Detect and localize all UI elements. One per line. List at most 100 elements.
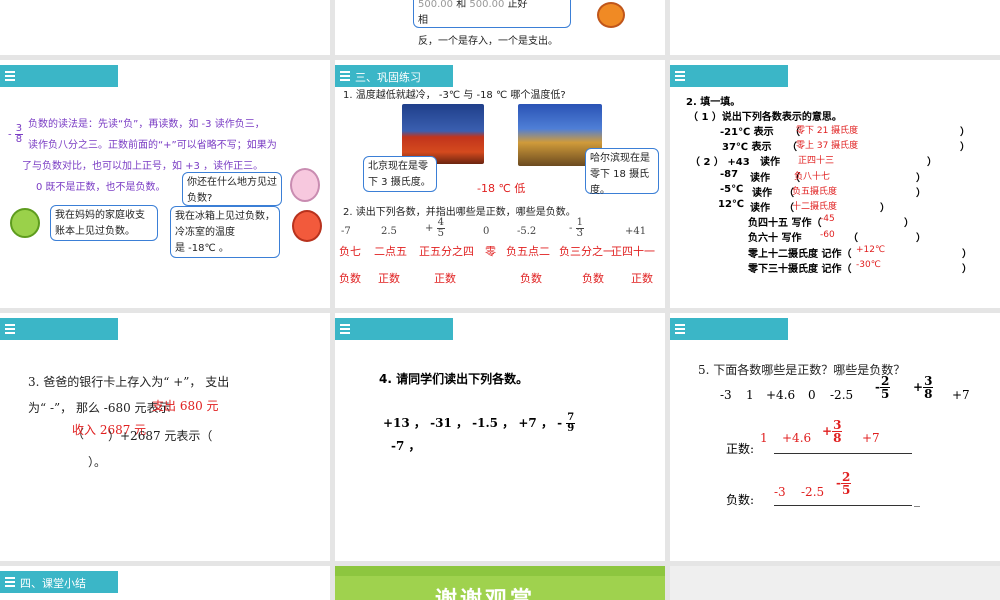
fraction-number: +3 8: [913, 374, 934, 401]
positive-fraction-answer: +3 8: [822, 418, 843, 445]
slide-3: [670, 0, 1000, 55]
menu-icon: [340, 324, 350, 334]
bubble-line: 我在冰箱上见过负数，: [175, 211, 275, 222]
text: 和: [456, 0, 467, 10]
reading-answer: 二点五: [374, 245, 407, 258]
reading-answer: 正四十一: [611, 245, 655, 258]
fill-answer: 负五摄氏度: [792, 187, 838, 197]
number-item: -3: [720, 388, 732, 402]
fill-answer: 负八十七: [794, 172, 831, 182]
menu-icon: [5, 71, 15, 81]
row-label: -5℃: [720, 184, 744, 195]
negative-answer: -3: [774, 485, 786, 499]
answer-text: 支出 680 元: [152, 399, 219, 413]
answer-line: [774, 453, 912, 454]
number-list: +13 ， -31 ， -1.5 ， +7 ， - 79: [383, 413, 576, 434]
fill-answer: 零上 37 摄氏度: [796, 141, 859, 151]
row-label: 零下三十摄氏度 记作（: [748, 264, 852, 275]
reading-answer: 正五分之四: [419, 245, 474, 258]
paren: ）: [880, 203, 890, 214]
girl-red-avatar-icon: [292, 210, 322, 242]
reading-answer: 负三分之一: [559, 245, 614, 258]
slide-11: 谢谢观赏: [335, 566, 665, 600]
question-2: 2. 读出下列各数，并指出哪些是正数，哪些是负数。: [343, 207, 576, 218]
question-line: 为“ -”， 那么 -680 元表示: [28, 401, 171, 415]
bubble-line: 是 -18℃ 。: [175, 243, 229, 254]
number-list: -7 ，: [391, 439, 421, 453]
slide-header: [670, 318, 788, 340]
denominator: 5: [437, 228, 444, 239]
number-item: -5.2: [517, 226, 537, 237]
answer-line: [774, 505, 912, 506]
paragraph-line: 0 既不是正数，也不是负数。: [36, 182, 166, 193]
fill-answer: +12℃: [856, 245, 886, 255]
paragraph-line: 负数的读法是：先读“负”，再读数，如 -3 读作负三，: [28, 119, 265, 130]
row-label: 零上十二摄氏度 记作（: [748, 249, 852, 260]
slide-header: [670, 65, 788, 87]
exercise-title: 4. 请同学们读出下列各数。: [379, 372, 529, 386]
answer-text: -18 ℃ 低: [477, 182, 526, 195]
slide-text: 反，一个是存入，一个是支出。: [418, 36, 558, 47]
positive-answer: 1: [760, 431, 768, 445]
bubble-line: 冷冻室的温度: [175, 227, 235, 238]
slide-header: [335, 318, 453, 340]
underscore: _: [914, 493, 920, 507]
row-read: 读作: [760, 157, 780, 168]
question-line: ）。: [88, 455, 107, 469]
question-line: ）+2687 元表示（: [108, 429, 213, 443]
row-label: 负六十 写作: [748, 233, 802, 244]
slide-header: 四、课堂小结: [0, 571, 118, 593]
paren: ）: [962, 264, 972, 275]
speech-bubble: 我在妈妈的家庭收支账本上见过负数。: [50, 205, 158, 241]
speech-bubble: 500.00 和 500.00 正好 相: [413, 0, 571, 28]
row-label: 负四十五 写作（: [748, 218, 822, 229]
slide-9: 5. 下面各数哪些是正数？哪些是负数？ -3 1 +4.6 0 -2.5 -25…: [670, 313, 1000, 561]
amount-text: 500.00: [418, 0, 453, 10]
paren: ）: [962, 249, 972, 260]
kind-answer: 正数: [631, 272, 653, 285]
fill-answer: 零下 21 摄氏度: [796, 126, 859, 136]
row-label: -87: [720, 169, 739, 180]
positive-label: 正数:: [726, 442, 755, 456]
menu-icon: [675, 324, 685, 334]
fill-answer: 正四十三: [798, 156, 835, 166]
number-item: +4.6: [766, 388, 796, 402]
beijing-photo: [402, 104, 484, 164]
denominator: 5: [880, 387, 890, 401]
paren: ）: [916, 173, 926, 184]
reading-answer: 零: [485, 245, 496, 258]
number-item: -2.5: [830, 388, 854, 402]
fill-answer: -60: [820, 230, 835, 240]
fill-answer: 十二摄氏度: [792, 202, 838, 212]
denominator: 8: [833, 431, 842, 445]
number-item: +7: [952, 388, 970, 402]
negative-label: 负数:: [726, 493, 755, 507]
slide-8: 4. 请同学们读出下列各数。 +13 ， -31 ， -1.5 ， +7 ， -…: [335, 313, 665, 561]
menu-icon: [5, 577, 15, 587]
paren: （: [848, 233, 858, 244]
denominator: 9: [567, 423, 575, 434]
row-read: 读作: [750, 173, 770, 184]
row-read: 读作: [750, 203, 770, 214]
fill-answer: -45: [820, 214, 835, 224]
number-item: 2.5: [381, 226, 397, 237]
amount-text: 500.00: [469, 0, 505, 10]
slide-10: 四、课堂小结: [0, 566, 330, 600]
fraction: - 38: [8, 124, 24, 145]
text: 相: [418, 15, 428, 26]
number-item: 1: [746, 388, 754, 402]
text: 正好: [507, 0, 528, 10]
thanks-banner: 谢谢观赏: [435, 582, 535, 600]
speech-bubble: 你还在什么地方见过负数?: [182, 172, 282, 206]
kind-answer: 负数: [520, 272, 542, 285]
orange-cartoon-icon: [597, 2, 625, 28]
fraction-number: -25: [875, 374, 891, 401]
speech-bubble: 我在冰箱上见过负数， 冷冻室的温度 是 -18℃ 。: [170, 206, 280, 258]
fraction-number: - 13: [569, 218, 584, 239]
plus-sign: +: [425, 223, 434, 234]
girl-avatar-icon: [290, 168, 320, 202]
denominator: 8: [924, 387, 933, 401]
paren: ）: [960, 142, 970, 153]
number-item: +41: [625, 226, 647, 237]
exercise-title: 2. 填一填。: [686, 97, 741, 108]
